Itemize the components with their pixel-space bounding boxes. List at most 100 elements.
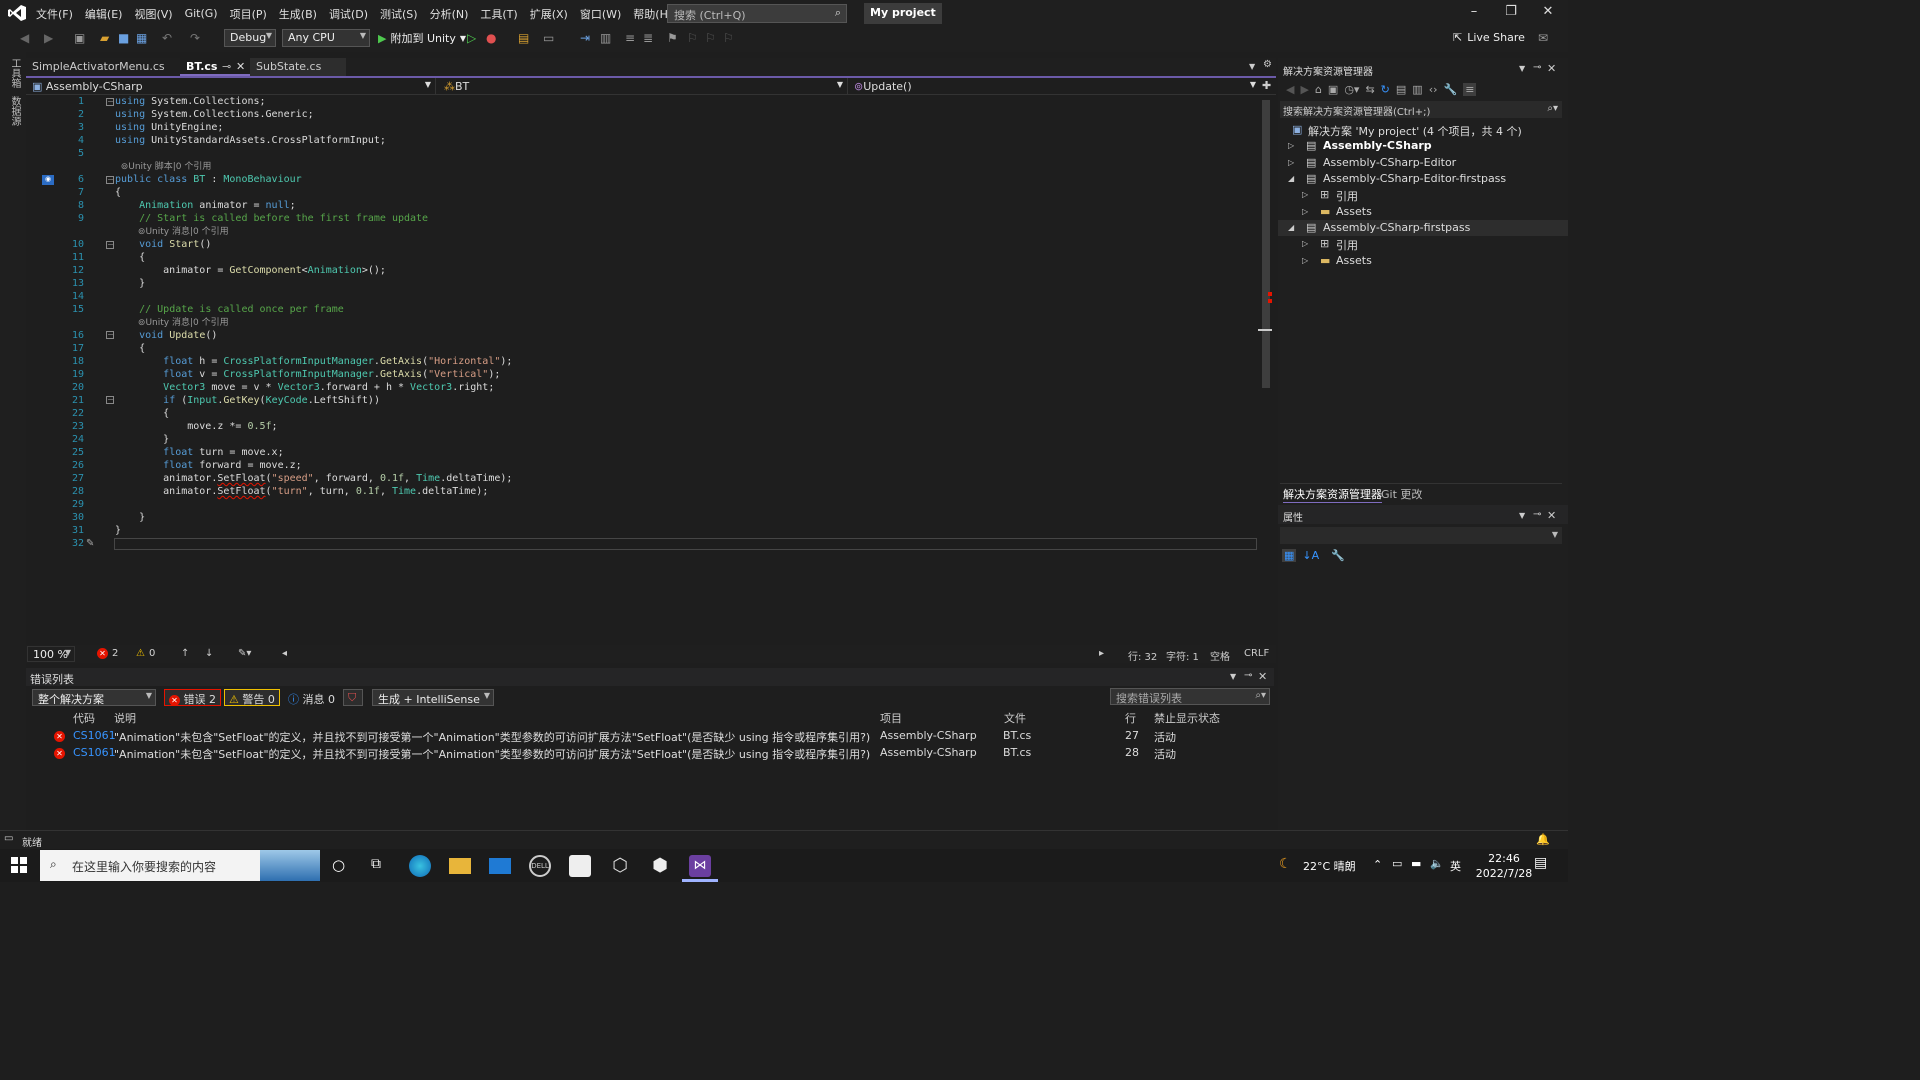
preview-icon[interactable]: ≡: [1463, 83, 1477, 96]
file-explorer-icon[interactable]: [449, 858, 471, 874]
tree-item-project[interactable]: ▷ ▤ Assembly-CSharp-Editor: [1278, 155, 1568, 171]
app-icon[interactable]: [569, 855, 591, 877]
expand-icon[interactable]: ▷: [1302, 239, 1308, 248]
save-icon[interactable]: ■: [118, 31, 129, 45]
project-nav-dropdown[interactable]: ▣ Assembly-CSharp ▼: [28, 78, 436, 95]
feedback-icon[interactable]: ✉: [1538, 31, 1548, 45]
collapse-all-icon[interactable]: ▤: [1396, 83, 1406, 96]
error-code-link[interactable]: CS1061: [73, 746, 116, 759]
tab-bt[interactable]: BT.cs ⊸ ✕: [180, 58, 250, 76]
outdent-icon[interactable]: ≣: [643, 31, 653, 45]
code-cleanup-icon[interactable]: ✎▾: [238, 648, 251, 659]
ime-indicator[interactable]: 英: [1450, 858, 1461, 874]
network-icon[interactable]: ▭: [1392, 857, 1402, 870]
alphabetical-icon[interactable]: ↓A: [1302, 549, 1319, 562]
column-header[interactable]: 禁止显示状态: [1154, 710, 1220, 726]
step-icon[interactable]: ⇥: [580, 31, 590, 45]
menu-item[interactable]: 扩展(X): [524, 6, 574, 22]
code-lens-hint[interactable]: ⊚Unity 消息|0 个引用: [115, 316, 229, 330]
edge-icon[interactable]: [409, 855, 431, 877]
back-icon[interactable]: ◀: [1286, 83, 1294, 96]
live-share-button[interactable]: ⇱ Live Share: [1453, 31, 1525, 44]
panel-menu-icon[interactable]: ▼: [1230, 672, 1236, 681]
unity-hub-icon[interactable]: ⬡: [609, 855, 631, 877]
expand-icon[interactable]: ▷: [1288, 141, 1294, 150]
minimize-icon[interactable]: –: [1464, 4, 1484, 19]
panel-pin-icon[interactable]: ⊸: [1533, 509, 1541, 520]
panel-menu-icon[interactable]: ▼: [1519, 511, 1525, 520]
indent-icon[interactable]: ≡: [625, 31, 635, 45]
properties-object-dropdown[interactable]: ▼: [1280, 527, 1562, 544]
column-header[interactable]: 代码: [73, 710, 95, 726]
battery-icon[interactable]: ▬: [1411, 857, 1421, 870]
menu-item[interactable]: 生成(B): [273, 6, 323, 22]
column-header[interactable]: 文件: [1004, 710, 1026, 726]
prev-issue-icon[interactable]: ↑: [181, 648, 189, 659]
notifications-icon[interactable]: 🔔: [1536, 833, 1550, 846]
panel-close-icon[interactable]: ✕: [1258, 670, 1267, 683]
tree-item-project[interactable]: ▷ ▤ Assembly-CSharp: [1278, 138, 1568, 154]
menu-item[interactable]: 视图(V): [128, 6, 178, 22]
build-filter-dropdown[interactable]: 生成 + IntelliSense ▼: [372, 689, 494, 706]
dell-icon[interactable]: DELL: [529, 855, 551, 877]
config-dropdown[interactable]: Debug ▼: [224, 29, 276, 47]
expand-icon[interactable]: ▷: [1302, 190, 1308, 199]
forward-icon[interactable]: ▶: [44, 31, 53, 45]
weather-text[interactable]: 22°C 晴朗: [1303, 858, 1356, 874]
scroll-right-icon[interactable]: ▸: [1099, 648, 1104, 659]
scroll-left-icon[interactable]: ◂: [282, 648, 287, 659]
tab-substate[interactable]: SubState.cs: [250, 58, 346, 76]
menu-item[interactable]: 测试(S): [374, 6, 424, 22]
panel-pin-icon[interactable]: ⊸: [1244, 670, 1252, 681]
browse-icon[interactable]: ▤: [518, 31, 529, 45]
visual-studio-taskbar-icon[interactable]: ⋈: [689, 855, 711, 877]
undo-icon[interactable]: ↶: [162, 31, 172, 45]
fold-toggle-icon[interactable]: −: [106, 331, 114, 339]
table-row[interactable]: ✕ CS1061 "Animation"未包含"SetFloat"的定义，并且找…: [26, 744, 1274, 761]
error-code-link[interactable]: CS1061: [73, 729, 116, 742]
pin-icon[interactable]: ⊸: [222, 60, 231, 73]
refresh-icon[interactable]: ↻: [1381, 83, 1390, 96]
table-row[interactable]: ✕ CS1061 "Animation"未包含"SetFloat"的定义，并且找…: [26, 727, 1274, 744]
tree-item-assets[interactable]: ▷ ▬ Assets: [1278, 204, 1568, 220]
split-icon[interactable]: ✚: [1262, 79, 1271, 92]
fold-toggle-icon[interactable]: −: [106, 176, 114, 184]
tree-item-assets[interactable]: ▷ ▬ Assets: [1278, 253, 1568, 269]
close-icon[interactable]: ✕: [1538, 4, 1558, 19]
tree-item-project[interactable]: ◢ ▤ Assembly-CSharp-Editor-firstpass: [1278, 171, 1568, 187]
code-lens-hint[interactable]: ⊚Unity 脚本|0 个引用: [115, 160, 212, 174]
start-without-debug-icon[interactable]: ▷: [467, 31, 476, 45]
pending-changes-icon[interactable]: ◷▾: [1344, 83, 1359, 96]
attach-unity-button[interactable]: ▶ 附加到 Unity ▼: [378, 30, 466, 46]
categorized-icon[interactable]: ▦: [1282, 548, 1297, 562]
tray-expand-icon[interactable]: ⌃: [1373, 858, 1382, 871]
prev-bookmark-icon[interactable]: ⚐: [687, 31, 698, 45]
tab-close-icon[interactable]: ✕: [236, 60, 245, 73]
clock-date[interactable]: 2022/7/28: [1470, 867, 1538, 880]
expand-icon[interactable]: ▷: [1302, 256, 1308, 265]
task-view-icon[interactable]: ⧉: [371, 856, 381, 872]
panel-pin-icon[interactable]: ⊸: [1533, 62, 1541, 73]
collapse-icon[interactable]: ◢: [1288, 174, 1294, 183]
menu-item[interactable]: 调试(D): [323, 6, 374, 22]
warning-count[interactable]: ⚠ 0: [136, 648, 155, 659]
char-indicator[interactable]: 字符: 1: [1166, 648, 1199, 663]
quick-actions-icon[interactable]: ✎: [86, 538, 94, 549]
column-header[interactable]: 行: [1125, 710, 1136, 726]
tab-list-icon[interactable]: ▼: [1249, 62, 1255, 71]
expand-icon[interactable]: ▷: [1302, 207, 1308, 216]
toolbox-tab[interactable]: 工具箱: [7, 58, 22, 88]
column-header[interactable]: 项目: [880, 710, 902, 726]
column-header[interactable]: 说明: [114, 710, 136, 726]
solution-search-input[interactable]: 搜索解决方案资源管理器(Ctrl+;) ⌕▾: [1280, 101, 1562, 118]
scrollbar-thumb[interactable]: [1262, 100, 1270, 388]
unity-marker-icon[interactable]: ◉: [42, 175, 54, 185]
code-lens-hint[interactable]: ⊚Unity 消息|0 个引用: [115, 225, 229, 239]
clock-time[interactable]: 22:46: [1479, 852, 1529, 865]
member-nav-dropdown[interactable]: ⊚Update() ▼: [850, 78, 1260, 95]
fold-toggle-icon[interactable]: −: [106, 98, 114, 106]
menu-item[interactable]: 项目(P): [224, 6, 273, 22]
collapse-icon[interactable]: ◢: [1288, 223, 1294, 232]
menu-item[interactable]: Git(G): [179, 7, 224, 20]
unity-icon[interactable]: ⬢: [649, 855, 671, 877]
